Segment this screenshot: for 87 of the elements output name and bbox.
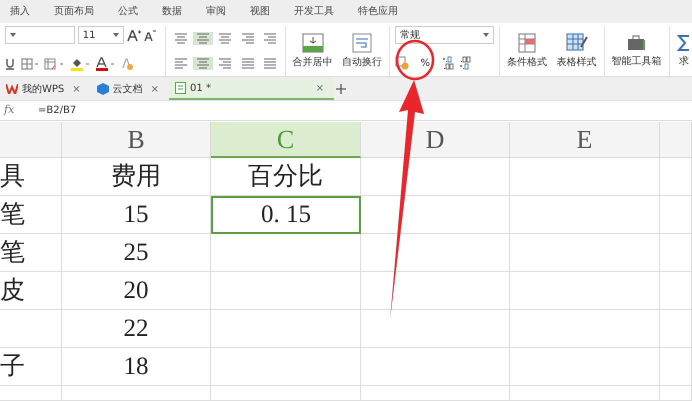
menu-tab[interactable]: 页面布局 (46, 0, 110, 23)
grow-font-icon[interactable] (126, 28, 140, 42)
font-color-icon[interactable] (95, 56, 115, 70)
align-center-icon[interactable] (196, 57, 210, 70)
table-cell (660, 386, 692, 401)
increase-decimal-icon[interactable] (442, 56, 454, 70)
menu-tab[interactable]: 数据 (154, 0, 198, 23)
shrink-font-icon[interactable] (143, 28, 158, 42)
font-size-dropdown[interactable]: 11 (78, 26, 124, 44)
wps-logo-icon (6, 84, 18, 94)
document-tab[interactable]: 01 * × (169, 78, 334, 100)
table-cell: 0. 15 (211, 196, 361, 234)
distributed-icon[interactable] (262, 57, 277, 70)
merge-center-button[interactable]: 合并居中 (290, 32, 334, 70)
menu-tab[interactable]: 公式 (110, 0, 154, 23)
table-cell (660, 310, 692, 348)
table-cell: 子 (0, 348, 62, 386)
font-size-value: 11 (82, 28, 96, 42)
table-cell (660, 158, 692, 196)
conditional-format-button[interactable]: 条件格式 (505, 32, 549, 70)
number-format-dropdown[interactable]: 常规 (395, 26, 494, 44)
table-cell (660, 272, 692, 310)
sum-button[interactable]: 求 (675, 34, 692, 68)
decrease-indent-icon[interactable] (240, 32, 254, 45)
caret-icon (483, 33, 489, 37)
align-top-icon[interactable] (174, 32, 188, 45)
table-cell (660, 196, 692, 234)
toolbox-button[interactable]: 智能工具箱 (610, 34, 664, 68)
menu-tab[interactable]: 插入 (2, 0, 46, 23)
justify-icon[interactable] (240, 57, 254, 70)
table-brush-icon (566, 32, 588, 52)
menu-tab[interactable]: 特色应用 (350, 0, 414, 23)
align-bottom-icon[interactable] (218, 32, 232, 45)
menu-tab[interactable]: 开发工具 (286, 0, 350, 23)
table-cell: 百分比 (211, 158, 361, 196)
sigma-icon (677, 34, 691, 52)
align-middle-icon[interactable] (196, 32, 210, 45)
table-cell: 20 (62, 272, 211, 310)
table-cell: 25 (62, 234, 211, 272)
caret-icon (10, 33, 16, 37)
currency-icon[interactable] (395, 56, 409, 70)
annotation-circle (396, 40, 434, 80)
table-cell: 具 (0, 158, 62, 196)
table-cell: 费用 (62, 158, 211, 196)
table-cell: 22 (62, 310, 211, 348)
table-cell (0, 386, 62, 401)
align-left-icon[interactable] (174, 57, 188, 70)
menu-tab[interactable]: 视图 (242, 0, 286, 23)
function-label: fx (2, 102, 16, 118)
tab-label: 01 * (190, 82, 212, 96)
tab-label: 云文档 (112, 82, 143, 96)
fill-color-icon[interactable] (70, 56, 90, 70)
close-button[interactable]: × (146, 82, 164, 96)
border-icon[interactable] (20, 58, 38, 70)
number-format-value: 常规 (400, 28, 420, 42)
table-cell: 笔 (0, 234, 62, 272)
underline-icon[interactable] (5, 58, 15, 70)
document-tab[interactable]: 云文档 × (90, 78, 170, 100)
decrease-decimal-icon[interactable] (459, 56, 472, 70)
caret-icon (112, 33, 119, 37)
table-cell (660, 234, 692, 272)
wrap-text-icon (352, 32, 372, 52)
close-button[interactable]: × (312, 80, 328, 96)
table-cell (660, 348, 692, 386)
table-cell: 笔 (0, 196, 62, 234)
table-icon (517, 32, 537, 52)
column-header[interactable]: D (361, 122, 510, 158)
table-style-button[interactable]: 表格样式 (554, 32, 598, 70)
increase-indent-icon[interactable] (262, 32, 277, 45)
table-cell: 15 (62, 196, 211, 234)
cell-style-icon[interactable] (44, 58, 64, 70)
menu-tab[interactable]: 审阅 (198, 0, 242, 23)
toolbox-icon (626, 34, 648, 52)
merge-cells-icon (302, 32, 324, 52)
close-button[interactable]: × (68, 82, 85, 96)
column-header[interactable]: B (62, 122, 211, 158)
table-cell: 皮 (0, 272, 62, 310)
align-right-icon[interactable] (218, 57, 232, 70)
spreadsheet-icon (175, 82, 186, 94)
table-cell: 18 (62, 348, 211, 386)
formula-text: =B2/B7 (37, 104, 76, 118)
wrap-text-button[interactable]: 自动换行 (340, 32, 384, 70)
percent-button[interactable]: % (414, 56, 436, 70)
document-tab[interactable]: 我的WPS × (0, 78, 91, 100)
cube-icon (96, 83, 109, 95)
tab-label: 我的WPS (22, 82, 64, 96)
column-header[interactable]: E (510, 122, 660, 158)
